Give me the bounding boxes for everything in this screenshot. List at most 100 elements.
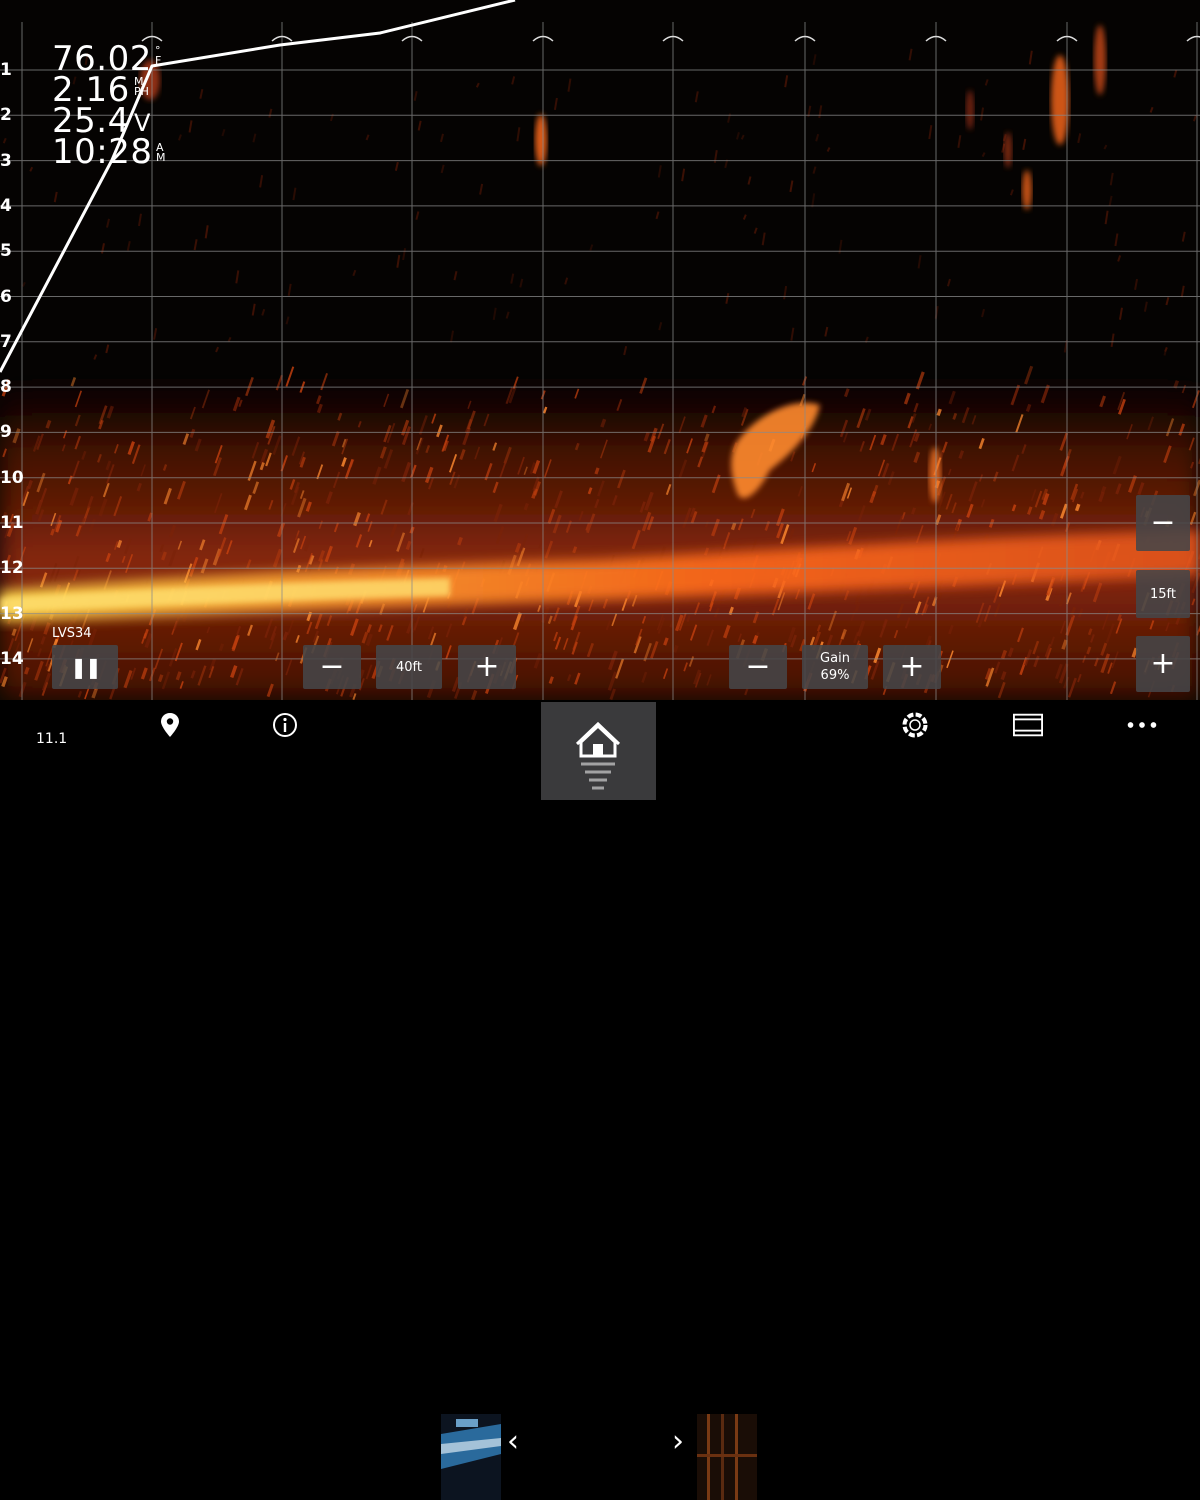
echo-speckle-mark	[658, 322, 663, 331]
echo-speckle-mark	[1173, 69, 1178, 78]
plus-icon: +	[899, 649, 925, 684]
echo-speckle-mark	[475, 82, 480, 88]
echo-speckle-mark	[396, 254, 401, 268]
echo-speckle-mark	[53, 191, 58, 203]
echo-speckle-mark	[917, 255, 922, 269]
echo-speckle-mark	[761, 232, 766, 246]
echo-speckle-mark	[742, 214, 747, 220]
echo-speckle-mark	[402, 248, 407, 261]
echo-speckle-mark	[981, 152, 986, 158]
depth-tick-label: 13	[0, 603, 24, 624]
info-button[interactable]	[265, 700, 305, 800]
echo-speckle-mark	[1149, 106, 1154, 113]
echo-speckle-mark	[157, 674, 164, 683]
range-marker	[1186, 35, 1200, 42]
next-page-arrow[interactable]: ›	[672, 1424, 684, 1459]
zoom-level-button[interactable]: 15ft	[1136, 570, 1190, 618]
echo-speckle-mark	[740, 134, 745, 140]
echo-speckle-mark	[815, 133, 820, 142]
range-decrease-button[interactable]: −	[303, 645, 361, 689]
echo-speckle-mark	[947, 278, 951, 287]
depth-tick-label: 2	[0, 105, 12, 126]
echo-speckle-mark	[936, 408, 942, 417]
depth-tick-label: 11	[0, 513, 24, 533]
echo-speckle-mark	[178, 134, 182, 141]
livescope-sonar-view[interactable]: 1 2 3 4 5 6 7 8 9 10 11 12 13 14 76.02 ° F 2.16 M PH …	[0, 0, 1200, 700]
echo-speckle-mark	[287, 283, 292, 296]
waypoint-button[interactable]	[150, 700, 190, 800]
echo-speckle-mark	[730, 522, 737, 531]
echo-speckle-mark	[492, 307, 497, 321]
echo-speckle-mark	[655, 211, 660, 220]
echo-speckle-mark	[505, 311, 510, 319]
echo-speckle-mark	[50, 528, 55, 536]
echo-speckle-mark	[1028, 50, 1033, 65]
toolbars-button[interactable]	[1008, 700, 1048, 800]
depth-tick-label: 4	[0, 195, 12, 216]
echo-speckle-mark	[365, 134, 370, 141]
echo-speckle-mark	[981, 308, 986, 318]
more-icon	[1127, 710, 1157, 740]
pause-button[interactable]: ❚❚	[52, 645, 118, 689]
pause-icon: ❚❚	[70, 655, 101, 679]
depth-tick-label: 3	[0, 150, 12, 171]
echo-speckle-mark	[261, 308, 266, 316]
home-button[interactable]	[541, 702, 656, 800]
depth-tick-label: 1	[0, 60, 12, 80]
gain-label: Gain	[820, 651, 850, 666]
echo-speckle-mark	[564, 277, 569, 285]
minus-icon: −	[1150, 505, 1176, 540]
gain-decrease-button[interactable]: −	[729, 645, 787, 689]
echo-speckle-mark	[984, 79, 989, 86]
echo-speckle-mark	[100, 243, 105, 254]
echo-speckle-mark	[1100, 486, 1107, 494]
echo-speckle-mark	[188, 120, 193, 133]
speed-unit: M PH	[134, 76, 149, 97]
echo-speckle-mark	[1118, 307, 1123, 320]
echo-speckle-mark	[1143, 301, 1148, 312]
echo-speckle-mark	[417, 120, 422, 131]
echo-speckle-mark	[1108, 195, 1113, 207]
echo-speckle-mark	[980, 107, 985, 121]
previous-page-arrow[interactable]: ‹	[507, 1424, 519, 1459]
gain-increase-button[interactable]: +	[883, 645, 941, 689]
echo-speckle-mark	[725, 293, 730, 304]
echo-speckle-mark	[589, 244, 594, 251]
echo-speckle-mark	[394, 161, 399, 171]
echo-speckle-mark	[450, 330, 454, 343]
depth-tick-label: 5	[0, 241, 12, 262]
echo-speckle-mark	[523, 502, 529, 511]
info-icon	[270, 710, 300, 740]
range-increase-button[interactable]: +	[458, 645, 516, 689]
minus-icon: −	[319, 649, 345, 684]
more-options-button[interactable]	[1122, 700, 1162, 800]
zoom-out-button[interactable]: −	[1136, 495, 1190, 551]
map-pin-icon	[155, 710, 185, 740]
echo-speckle-mark	[453, 271, 458, 281]
sonar-echo-image	[0, 0, 1200, 700]
next-page-thumbnail[interactable]	[697, 1414, 757, 1500]
echo-speckle-mark	[818, 105, 823, 119]
echo-speckle-mark	[199, 88, 204, 99]
target-echo	[535, 114, 547, 166]
echo-speckle-mark	[753, 227, 758, 234]
range-value-button[interactable]: 40ft	[376, 645, 442, 689]
echo-speckle-mark	[259, 175, 264, 188]
sos-button[interactable]	[895, 700, 935, 800]
echo-speckle-mark	[1180, 285, 1185, 298]
target-echo	[966, 90, 974, 130]
echo-speckle-mark	[1077, 133, 1082, 144]
target-echo	[1004, 132, 1012, 168]
echo-speckle-mark	[479, 183, 484, 195]
echo-speckle-mark	[252, 133, 257, 143]
echo-speckle-mark	[811, 193, 816, 208]
gain-value-button[interactable]: Gain 69%	[802, 645, 868, 689]
echo-speckle-mark	[672, 644, 679, 653]
echo-speckle-mark	[911, 507, 916, 515]
zoom-in-button[interactable]: +	[1136, 636, 1190, 692]
echo-speckle-mark	[657, 165, 662, 178]
previous-page-thumbnail[interactable]	[441, 1414, 501, 1500]
depth-tick-label: 12	[0, 558, 24, 579]
status-value[interactable]: 11.1	[36, 731, 76, 747]
echo-speckle-mark	[1117, 255, 1122, 262]
